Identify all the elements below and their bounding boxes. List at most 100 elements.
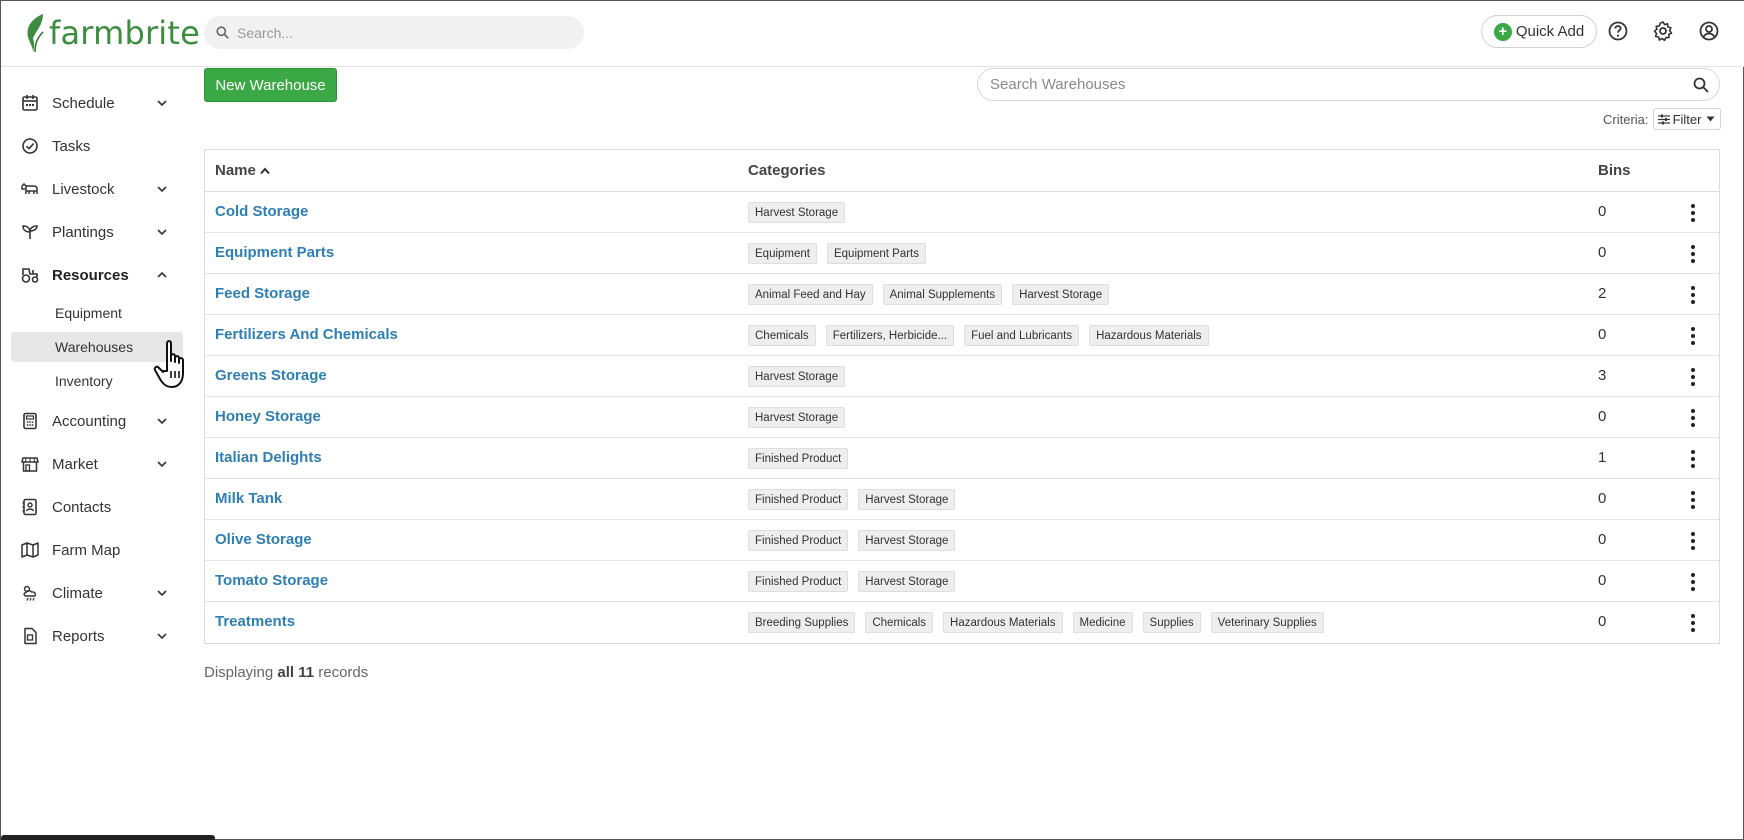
sidebar-item-reports[interactable]: Reports — [1, 616, 193, 656]
taskbar-edge — [1, 835, 215, 840]
sidebar-subitem-equipment[interactable]: Equipment — [11, 298, 183, 328]
user-account-icon[interactable] — [1698, 20, 1720, 42]
farmbrite-logo[interactable]: farmbrite — [23, 11, 200, 55]
sidebar-item-label: Livestock — [52, 180, 115, 198]
kebab-dot — [1691, 293, 1695, 297]
table-row[interactable]: Cold Storage Harvest Storage 0 — [205, 192, 1719, 233]
row-actions-kebab-icon[interactable] — [1685, 284, 1701, 306]
kebab-dot — [1691, 245, 1695, 249]
warehouse-name-link[interactable]: Italian Delights — [215, 449, 322, 466]
kebab-dot — [1691, 416, 1695, 420]
column-header-bins[interactable]: Bins — [1598, 162, 1631, 179]
settings-gear-icon[interactable] — [1652, 20, 1674, 42]
sidebar-item-schedule[interactable]: Schedule — [1, 83, 193, 123]
category-tag: Animal Supplements — [882, 284, 1003, 305]
table-row[interactable]: Fertilizers And Chemicals Chemicals Fertil… — [205, 315, 1719, 356]
sort-ascending-icon — [260, 166, 270, 174]
table-row[interactable]: Treatments Breeding Supplies Chemicals Haza… — [205, 602, 1719, 643]
global-search[interactable] — [204, 16, 584, 49]
search-icon[interactable] — [1693, 77, 1709, 93]
row-actions-kebab-icon[interactable] — [1685, 243, 1701, 265]
sidebar-subitem-warehouses[interactable]: Warehouses — [11, 332, 183, 362]
chevron-down-icon — [157, 186, 167, 193]
row-actions-kebab-icon[interactable] — [1685, 612, 1701, 634]
kebab-dot — [1691, 628, 1695, 632]
chevron-down-icon — [157, 229, 167, 236]
sidebar-item-plantings[interactable]: Plantings — [1, 212, 193, 252]
kebab-dot — [1691, 573, 1695, 577]
sidebar-item-livestock[interactable]: Livestock — [1, 169, 193, 209]
table-header: Name Categories Bins — [205, 150, 1719, 192]
category-tags: Finished Product Harvest Storage — [748, 489, 956, 510]
column-header-label: Name — [215, 162, 256, 179]
calendar-icon — [22, 95, 38, 111]
warehouse-name-link[interactable]: Treatments — [215, 613, 295, 630]
table-row[interactable]: Italian Delights Finished Product 1 — [205, 438, 1719, 479]
warehouse-name-link[interactable]: Greens Storage — [215, 367, 327, 384]
warehouses-table: Name Categories Bins Cold Storage Harvest… — [204, 149, 1720, 644]
sidebar-item-tasks[interactable]: Tasks — [1, 126, 193, 166]
column-header-categories[interactable]: Categories — [748, 162, 826, 179]
warehouse-search-input[interactable] — [990, 76, 1670, 93]
table-row[interactable]: Milk Tank Finished Product Harvest Storage… — [205, 479, 1719, 520]
help-icon[interactable] — [1607, 20, 1629, 42]
bins-count: 0 — [1598, 326, 1607, 343]
kebab-dot — [1691, 505, 1695, 509]
table-row[interactable]: Honey Storage Harvest Storage 0 — [205, 397, 1719, 438]
warehouse-search[interactable] — [977, 68, 1720, 101]
global-search-input[interactable] — [237, 24, 557, 41]
kebab-dot — [1691, 457, 1695, 461]
sidebar-item-contacts[interactable]: Contacts — [1, 487, 193, 527]
warehouse-name-link[interactable]: Feed Storage — [215, 285, 310, 302]
kebab-dot — [1691, 464, 1695, 468]
new-warehouse-button[interactable]: New Warehouse — [204, 68, 337, 102]
warehouse-name-link[interactable]: Tomato Storage — [215, 572, 328, 589]
check-circle-icon — [22, 138, 38, 154]
table-row[interactable]: Feed Storage Animal Feed and Hay Animal Su… — [205, 274, 1719, 315]
quick-add-button[interactable]: + Quick Add — [1481, 15, 1597, 48]
sidebar-item-resources[interactable]: Resources — [1, 255, 193, 295]
warehouse-name-link[interactable]: Cold Storage — [215, 203, 308, 220]
bins-count: 0 — [1598, 572, 1607, 589]
row-actions-kebab-icon[interactable] — [1685, 202, 1701, 224]
row-actions-kebab-icon[interactable] — [1685, 571, 1701, 593]
logo-text: farmbrite — [49, 14, 201, 52]
table-row[interactable]: Equipment Parts Equipment Equipment Parts 0 — [205, 233, 1719, 274]
table-row[interactable]: Tomato Storage Finished Product Harvest St… — [205, 561, 1719, 602]
kebab-dot — [1691, 532, 1695, 536]
category-tag: Supplies — [1142, 612, 1201, 633]
sidebar-item-label: Resources — [52, 266, 129, 284]
bins-count: 0 — [1598, 613, 1607, 630]
map-icon — [21, 542, 39, 558]
warehouse-name-link[interactable]: Fertilizers And Chemicals — [215, 326, 398, 343]
category-tag: Equipment — [748, 243, 817, 264]
chevron-down-icon — [157, 418, 167, 425]
table-row[interactable]: Greens Storage Harvest Storage 3 — [205, 356, 1719, 397]
row-actions-kebab-icon[interactable] — [1685, 407, 1701, 429]
warehouse-name-link[interactable]: Honey Storage — [215, 408, 321, 425]
sidebar-item-market[interactable]: Market — [1, 444, 193, 484]
filter-dropdown[interactable]: Filter — [1652, 108, 1721, 130]
row-actions-kebab-icon[interactable] — [1685, 448, 1701, 470]
row-actions-kebab-icon[interactable] — [1685, 325, 1701, 347]
sidebar-item-climate[interactable]: Climate — [1, 573, 193, 613]
row-actions-kebab-icon[interactable] — [1685, 489, 1701, 511]
warehouse-name-link[interactable]: Equipment Parts — [215, 244, 334, 261]
category-tag: Veterinary Supplies — [1210, 612, 1324, 633]
sidebar-subitem-label: Equipment — [55, 305, 122, 321]
sidebar-item-farm-map[interactable]: Farm Map — [1, 530, 193, 570]
warehouse-name-link[interactable]: Olive Storage — [215, 531, 312, 548]
column-header-name[interactable]: Name — [215, 162, 271, 179]
bins-count: 0 — [1598, 408, 1607, 425]
table-row[interactable]: Olive Storage Finished Product Harvest Sto… — [205, 520, 1719, 561]
row-actions-kebab-icon[interactable] — [1685, 530, 1701, 552]
warehouse-name-link[interactable]: Milk Tank — [215, 490, 282, 507]
bins-count: 0 — [1598, 244, 1607, 261]
category-tags: Animal Feed and Hay Animal Supplements Har… — [748, 284, 1110, 305]
bins-count: 0 — [1598, 490, 1607, 507]
sidebar-item-accounting[interactable]: Accounting — [1, 401, 193, 441]
row-actions-kebab-icon[interactable] — [1685, 366, 1701, 388]
sidebar-subitem-label: Inventory — [55, 373, 113, 389]
sliders-icon — [1657, 114, 1670, 124]
sidebar-subitem-inventory[interactable]: Inventory — [11, 366, 183, 396]
